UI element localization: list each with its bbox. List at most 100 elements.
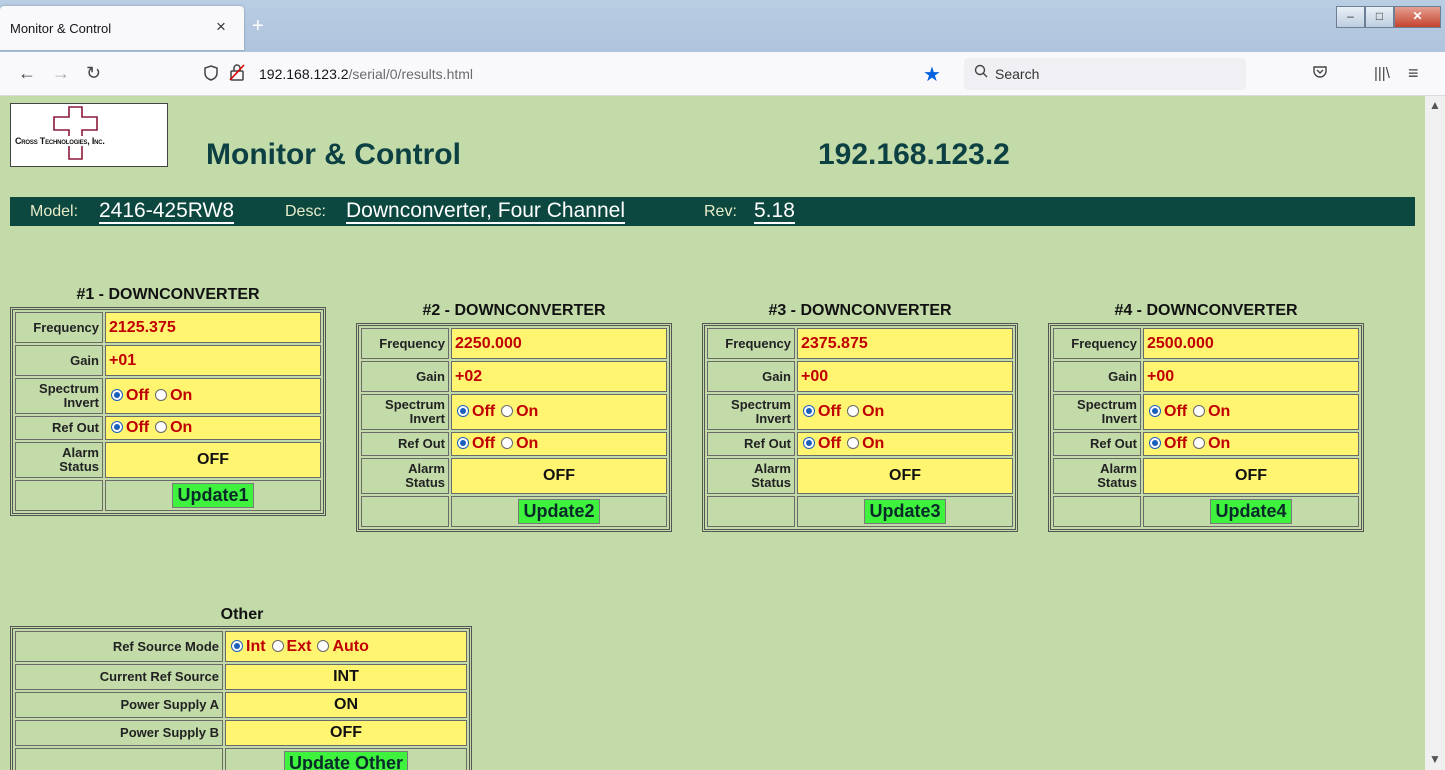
radio-unselected-icon[interactable]: [1193, 437, 1206, 449]
table-row: Alarm Status OFF: [707, 458, 1013, 494]
maximize-button[interactable]: □: [1365, 6, 1394, 28]
radio-unselected-icon[interactable]: [317, 639, 330, 652]
update-cell: Update1: [105, 480, 321, 511]
minimize-button[interactable]: –: [1336, 6, 1365, 28]
ref-out-off-radio[interactable]: Off: [1147, 435, 1191, 452]
table-row: Frequency 2500.000: [1053, 328, 1359, 359]
spectrum-invert-on-radio[interactable]: On: [1191, 403, 1234, 420]
table-row: Ref Out Off On: [1053, 432, 1359, 456]
gain-input[interactable]: +02: [451, 361, 667, 392]
radio-selected-icon[interactable]: [803, 437, 815, 449]
spectrum-invert-off-radio[interactable]: Off: [801, 403, 845, 420]
bookmark-star-icon[interactable]: ★: [923, 62, 941, 87]
scroll-up-icon[interactable]: ▲: [1429, 98, 1441, 112]
table-row: Alarm Status OFF: [15, 442, 321, 478]
radio-selected-icon[interactable]: [457, 437, 469, 449]
ref-out-on-radio[interactable]: On: [845, 435, 888, 452]
scroll-down-icon[interactable]: ▼: [1429, 752, 1441, 766]
library-icon[interactable]: |||\: [1374, 65, 1390, 82]
table-row: Power Supply B OFF: [15, 720, 467, 746]
radio-selected-icon[interactable]: [803, 405, 815, 417]
ref-source-int-radio[interactable]: Int: [229, 638, 270, 655]
frequency-input[interactable]: 2500.000: [1143, 328, 1359, 359]
spectrum-invert-on-radio[interactable]: On: [845, 403, 888, 420]
radio-unselected-icon[interactable]: [847, 437, 860, 449]
vertical-scrollbar[interactable]: ▲ ▼: [1425, 96, 1445, 770]
tab-close-icon[interactable]: ×: [216, 17, 226, 37]
gain-input[interactable]: +00: [1143, 361, 1359, 392]
ref-out-label: Ref Out: [1053, 432, 1141, 456]
ref-out-on-radio[interactable]: On: [499, 435, 542, 452]
ref-source-mode-label: Ref Source Mode: [15, 631, 223, 662]
radio-selected-icon[interactable]: [111, 421, 123, 433]
update-button-1[interactable]: Update1: [172, 483, 254, 508]
search-input[interactable]: Search: [964, 58, 1246, 90]
radio-selected-icon[interactable]: [1149, 437, 1161, 449]
radio-unselected-icon[interactable]: [501, 405, 514, 417]
spectrum-invert-off-radio[interactable]: Off: [109, 387, 153, 404]
ref-out-on-radio[interactable]: On: [153, 419, 196, 436]
gain-input[interactable]: +01: [105, 345, 321, 376]
close-window-button[interactable]: ✕: [1394, 6, 1441, 28]
ref-out-off-radio[interactable]: Off: [109, 419, 153, 436]
gain-label: Gain: [1053, 361, 1141, 392]
ref-source-auto-radio[interactable]: Auto: [315, 638, 372, 655]
radio-unselected-icon[interactable]: [1193, 405, 1206, 417]
insecure-lock-icon[interactable]: [229, 63, 245, 86]
update-button-4[interactable]: Update4: [1210, 499, 1292, 524]
desc-value: Downconverter, Four Channel: [346, 199, 625, 224]
radio-unselected-icon[interactable]: [847, 405, 860, 417]
downconverter-panel-3: #3 - DOWNCONVERTER Frequency 2375.875 Gain +…: [702, 302, 1018, 532]
search-placeholder: Search: [995, 66, 1040, 82]
update-cell: Update2: [451, 496, 667, 527]
frequency-input[interactable]: 2125.375: [105, 312, 321, 343]
ref-out-field: Off On: [1143, 432, 1359, 456]
frequency-label: Frequency: [1053, 328, 1141, 359]
shield-icon[interactable]: [204, 65, 218, 85]
spectrum-invert-on-radio[interactable]: On: [153, 387, 196, 404]
alarm-status-label: Alarm Status: [361, 458, 449, 494]
pocket-icon[interactable]: [1312, 64, 1328, 85]
ref-out-on-radio[interactable]: On: [1191, 435, 1234, 452]
back-arrow-icon[interactable]: ←: [18, 63, 36, 84]
update-button-2[interactable]: Update2: [518, 499, 600, 524]
frequency-input[interactable]: 2250.000: [451, 328, 667, 359]
radio-unselected-icon[interactable]: [271, 639, 284, 652]
gain-input[interactable]: +00: [797, 361, 1013, 392]
alarm-status-value: OFF: [451, 458, 667, 494]
forward-arrow-icon[interactable]: →: [52, 63, 70, 84]
table-row: Update4: [1053, 496, 1359, 527]
new-tab-icon[interactable]: +: [252, 16, 264, 36]
device-info-bar: Model: 2416-425RW8 Desc: Downconverter, …: [10, 197, 1415, 226]
table-row: Gain +00: [1053, 361, 1359, 392]
reload-icon[interactable]: ↻: [86, 63, 101, 84]
radio-unselected-icon[interactable]: [155, 389, 168, 401]
radio-selected-icon[interactable]: [457, 405, 469, 417]
ref-out-field: Off On: [105, 416, 321, 440]
radio-unselected-icon[interactable]: [155, 421, 168, 433]
frequency-input[interactable]: 2375.875: [797, 328, 1013, 359]
downconverter-table: Frequency 2375.875 Gain +00 Spectrum Invert O…: [702, 323, 1018, 532]
url-bar[interactable]: 192.168.123.2/serial/0/results.html ★: [197, 58, 959, 90]
ref-out-field: Off On: [451, 432, 667, 456]
window-controls: – □ ✕: [1336, 6, 1441, 28]
spectrum-invert-off-radio[interactable]: Off: [1147, 403, 1191, 420]
radio-unselected-icon[interactable]: [501, 437, 514, 449]
ref-out-off-radio[interactable]: Off: [455, 435, 499, 452]
ref-out-off-radio[interactable]: Off: [801, 435, 845, 452]
spectrum-invert-on-radio[interactable]: On: [499, 403, 542, 420]
browser-tab[interactable]: Monitor & Control ×: [0, 6, 244, 50]
desc-label: Desc:: [285, 203, 326, 220]
update-button-3[interactable]: Update3: [864, 499, 946, 524]
table-row: Spectrum Invert Off On: [707, 394, 1013, 430]
spectrum-invert-off-radio[interactable]: Off: [455, 403, 499, 420]
radio-selected-icon[interactable]: [231, 639, 243, 652]
url-text[interactable]: 192.168.123.2/serial/0/results.html: [259, 66, 473, 82]
tab-title: Monitor & Control: [10, 21, 112, 36]
update-other-button[interactable]: Update Other: [283, 751, 408, 770]
spectrum-invert-field: Off On: [105, 378, 321, 414]
radio-selected-icon[interactable]: [111, 389, 123, 401]
ref-source-ext-radio[interactable]: Ext: [270, 638, 316, 655]
menu-icon[interactable]: ≡: [1408, 63, 1419, 84]
radio-selected-icon[interactable]: [1149, 405, 1161, 417]
